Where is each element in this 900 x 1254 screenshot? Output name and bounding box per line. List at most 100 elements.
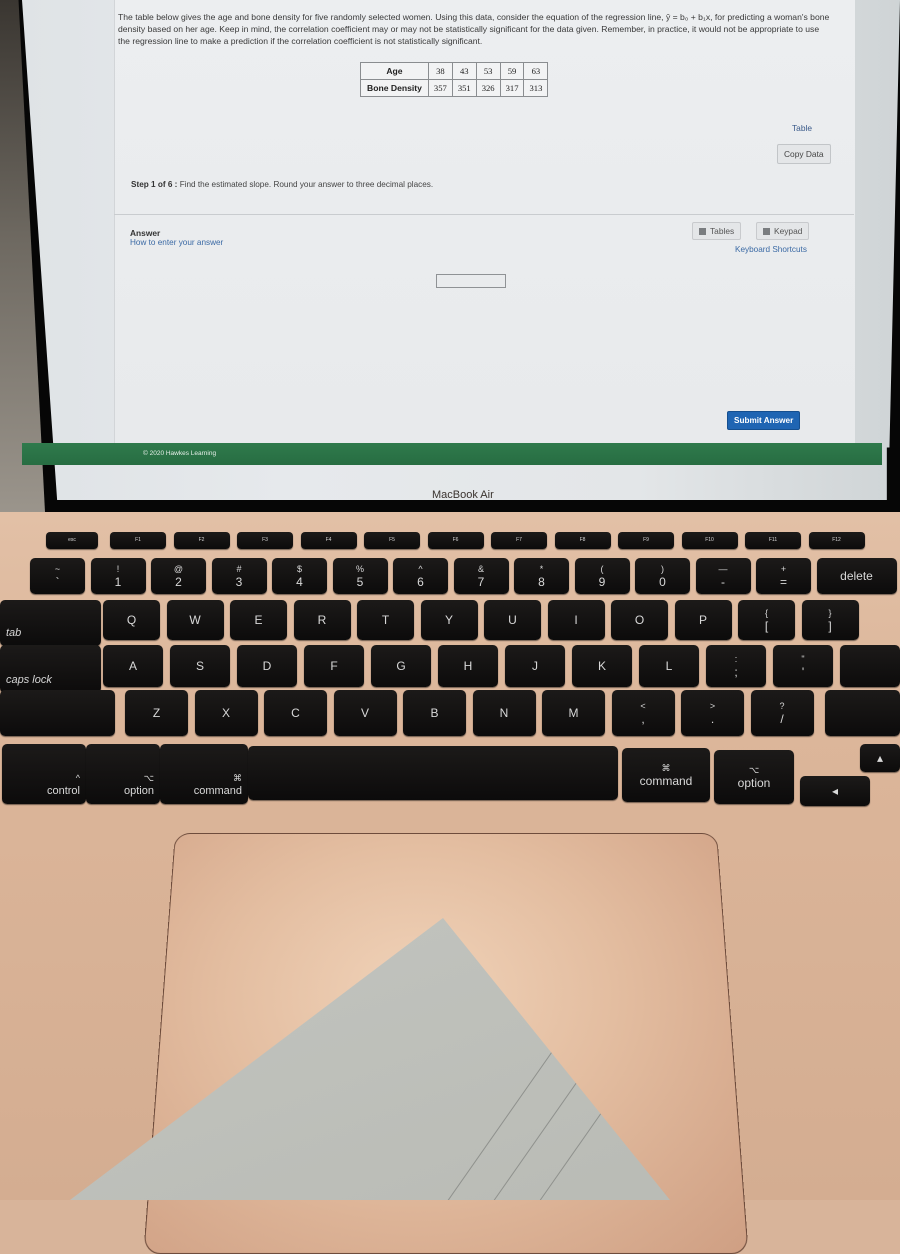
key-control[interactable]: ^ control [2, 744, 86, 804]
key-punct[interactable]: ? / [750, 690, 814, 736]
key-return[interactable] [840, 645, 900, 687]
key-q[interactable]: Q [103, 600, 160, 640]
key-y[interactable]: Y [420, 600, 478, 640]
key-z[interactable]: Z [125, 690, 188, 736]
key-f9[interactable]: F9 [618, 532, 674, 549]
key-8[interactable]: * 8 [514, 558, 569, 594]
key-n[interactable]: N [472, 690, 536, 736]
key-f8[interactable]: F8 [554, 532, 611, 549]
answer-input[interactable] [436, 274, 506, 288]
key-r[interactable]: R [293, 600, 351, 640]
key-shift-label: ⌘ [233, 773, 242, 783]
key-=[interactable]: + = [756, 558, 811, 594]
key-4[interactable]: $4 [272, 558, 327, 594]
key-label: tab [6, 627, 22, 639]
key-label: ' [801, 665, 805, 679]
key-u[interactable]: U [484, 600, 541, 640]
key--[interactable]: — - [695, 558, 751, 594]
key-1[interactable]: ! 1 [90, 558, 146, 594]
table-cell: 357 [427, 79, 453, 97]
key-f4[interactable]: F4 [300, 532, 357, 549]
key-space[interactable] [248, 746, 618, 800]
key-0[interactable]: ) 0 [635, 558, 690, 594]
key-left-shift[interactable] [0, 690, 115, 736]
table-icon [699, 228, 706, 235]
keypad-button[interactable]: Keypad [756, 222, 810, 240]
key-label: . [710, 712, 715, 726]
key-f3[interactable]: F3 [237, 532, 293, 549]
row-label: Bone Density [360, 79, 429, 97]
key-label: D [262, 658, 272, 673]
key-caps-lock[interactable]: caps lock [0, 645, 101, 693]
key-v[interactable]: V [333, 690, 397, 736]
key-g[interactable]: G [371, 645, 431, 687]
key-f1[interactable]: F1 [110, 532, 166, 549]
key-punct[interactable]: " ' [773, 645, 833, 687]
copy-data-button[interactable]: Copy Data [777, 144, 831, 164]
key-h[interactable]: H [438, 645, 498, 687]
key-f5[interactable]: F5 [364, 532, 420, 549]
key-e[interactable]: E [230, 600, 287, 640]
key-k[interactable]: K [572, 645, 632, 687]
key-delete[interactable]: delete [816, 558, 897, 594]
key-`[interactable]: ~ ` [30, 558, 85, 594]
key-t[interactable]: T [357, 600, 414, 640]
tables-label: Tables [710, 226, 735, 236]
key-label: A [128, 658, 137, 673]
key-m[interactable]: M [542, 690, 605, 736]
key-punct[interactable]: >. [681, 690, 744, 736]
how-to-enter-link[interactable]: How to enter your answer [130, 238, 223, 247]
key-option[interactable]: ⌥ option [86, 744, 160, 804]
key-9[interactable]: (9 [574, 558, 630, 594]
key-label: K [597, 658, 606, 673]
key-arrow-up[interactable]: ▴ [860, 744, 900, 772]
key-label: E [254, 612, 263, 627]
key-right-option[interactable]: ⌥ option [714, 750, 794, 804]
key-label: esc [68, 537, 76, 543]
key-punct[interactable]: :; [706, 645, 766, 687]
key-f11[interactable]: F11 [745, 532, 801, 549]
key-f2[interactable]: F2 [173, 532, 230, 549]
key-x[interactable]: X [194, 690, 258, 736]
key-j[interactable]: J [505, 645, 565, 687]
key-label: 8 [538, 575, 545, 589]
key-2[interactable]: @2 [151, 558, 206, 594]
key-s[interactable]: S [170, 645, 230, 687]
key-arrow-left[interactable]: ◂ [800, 776, 870, 806]
tables-button[interactable]: Tables [692, 222, 742, 240]
key-esc[interactable]: esc [46, 532, 98, 549]
key-f10[interactable]: F10 [681, 532, 738, 549]
key-d[interactable]: D [237, 645, 297, 687]
key-i[interactable]: I [547, 600, 605, 640]
key-label: R [317, 612, 327, 627]
key-right-shift[interactable] [825, 690, 900, 736]
key-bracket[interactable]: {[ [738, 600, 795, 640]
key-right-command[interactable]: ⌘ command [622, 748, 710, 802]
key-f12[interactable]: F12 [808, 532, 865, 549]
key-label: ` [55, 575, 60, 589]
keyboard-shortcuts-link[interactable]: Keyboard Shortcuts [735, 245, 807, 254]
key-command[interactable]: ⌘ command [160, 744, 248, 804]
key-bracket[interactable]: }] [801, 600, 859, 640]
key-7[interactable]: & 7 [453, 558, 509, 594]
step-label: Step 1 of 6 : [131, 180, 178, 189]
key-label: Y [444, 612, 453, 627]
table-link[interactable]: Table [792, 123, 812, 133]
key-f[interactable]: F [304, 645, 364, 687]
key-6[interactable]: ^ 6 [393, 558, 448, 594]
key-c[interactable]: C [264, 690, 327, 736]
key-p[interactable]: P [674, 600, 732, 640]
key-3[interactable]: #3 [211, 558, 267, 594]
key-l[interactable]: L [639, 645, 699, 687]
key-5[interactable]: % 5 [332, 558, 388, 594]
key-o[interactable]: O [611, 600, 668, 640]
key-b[interactable]: B [403, 690, 466, 736]
key-tab[interactable]: tab [0, 600, 101, 646]
key-w[interactable]: W [166, 600, 224, 640]
key-f7[interactable]: F7 [491, 532, 547, 549]
paper-line [487, 1070, 586, 1200]
key-f6[interactable]: F6 [427, 532, 484, 549]
submit-answer-button[interactable]: Submit Answer [727, 411, 801, 430]
key-punct[interactable]: <, [611, 690, 675, 736]
key-a[interactable]: A [103, 645, 163, 687]
